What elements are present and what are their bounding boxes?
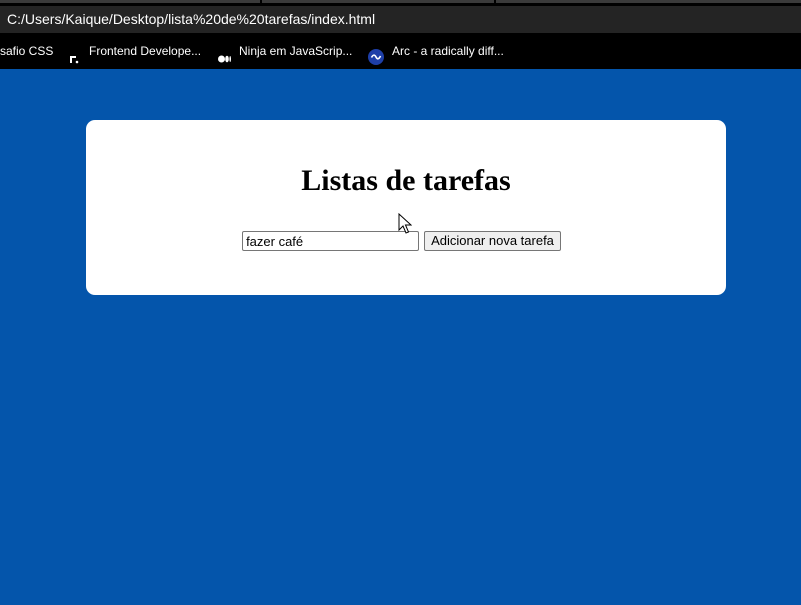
tab-strip-segment[interactable] [496, 0, 801, 3]
task-form: Adicionar nova tarefa [86, 231, 726, 251]
arc-icon [368, 43, 384, 65]
task-input[interactable] [242, 231, 420, 251]
bookmark-desafio-css[interactable]: safio CSS [0, 33, 53, 69]
page-background: Listas de tarefas Adicionar nova tarefa [0, 69, 801, 605]
frontend-mentor-icon [67, 44, 81, 64]
bookmark-arc[interactable]: Arc - a radically diff... [368, 33, 504, 69]
bookmark-label: Arc - a radically diff... [392, 44, 504, 58]
medium-icon [217, 44, 231, 63]
address-bar[interactable]: C:/Users/Kaique/Desktop/lista%20de%20tar… [0, 6, 801, 33]
bookmark-label: Frontend Develope... [89, 44, 202, 58]
bookmark-frontend-developer[interactable]: Frontend Develope... [67, 33, 201, 69]
bookmark-ninja-javascript[interactable]: Ninja em JavaScrip... [217, 33, 352, 69]
bookmarks-bar: safio CSS Frontend Develope... Ninja em … [0, 33, 801, 69]
address-url[interactable]: C:/Users/Kaique/Desktop/lista%20de%20tar… [7, 11, 375, 27]
tab-strip-segment[interactable] [0, 0, 260, 3]
todo-card: Listas de tarefas Adicionar nova tarefa [86, 120, 726, 295]
bookmark-label: safio CSS [0, 44, 54, 58]
add-task-button[interactable]: Adicionar nova tarefa [424, 231, 561, 251]
page-title: Listas de tarefas [301, 164, 511, 197]
tab-strip-segment[interactable] [262, 0, 494, 3]
bookmark-label: Ninja em JavaScrip... [239, 44, 353, 58]
